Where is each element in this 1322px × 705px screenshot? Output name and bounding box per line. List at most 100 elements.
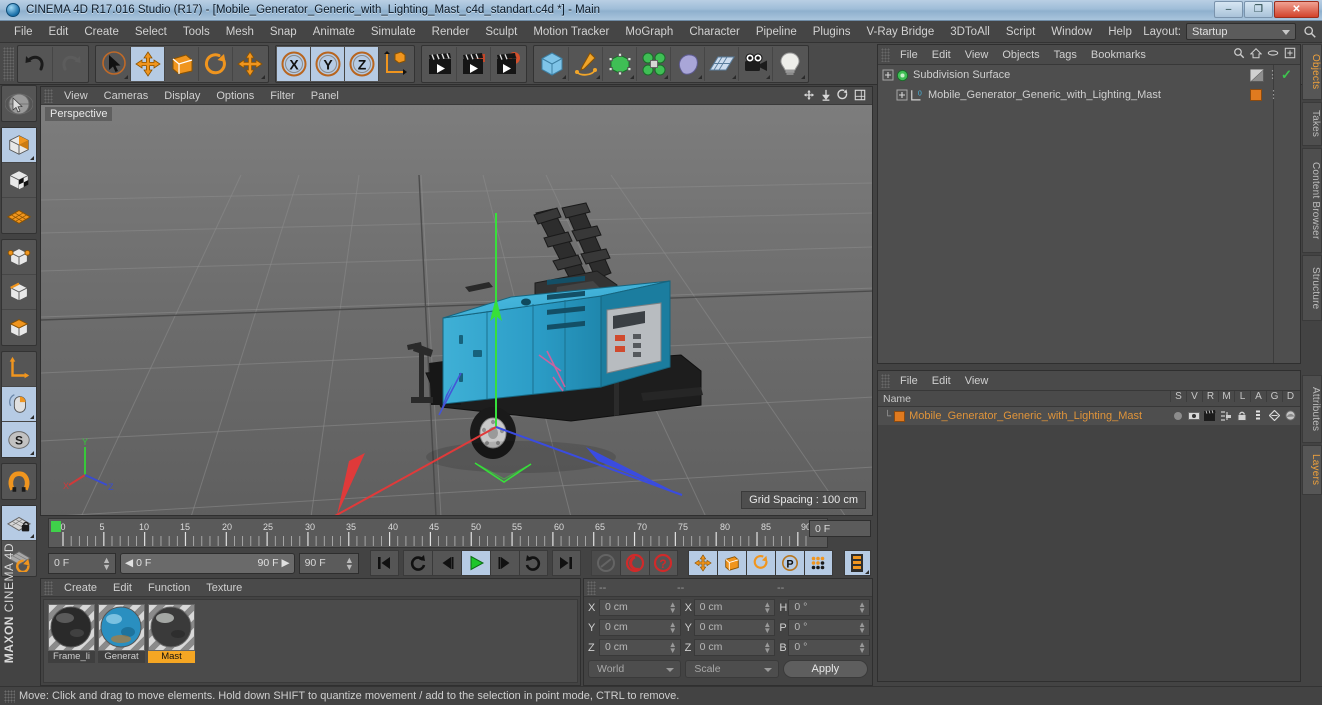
render-settings-button[interactable] — [491, 46, 525, 81]
play-button[interactable] — [460, 550, 490, 576]
material-menu-function[interactable]: Function — [140, 582, 198, 594]
tab-content-browser[interactable]: Content Browser — [1302, 148, 1322, 253]
stepper-icon[interactable]: ▲ ▼ — [669, 621, 677, 635]
material-swatch[interactable]: Generat — [98, 604, 145, 678]
scrub-left-arrow-icon[interactable]: ◀ — [125, 557, 133, 569]
viewport-menu-cameras[interactable]: Cameras — [96, 90, 157, 102]
lock-toggle[interactable] — [1234, 408, 1250, 423]
coordinates-grip[interactable] — [587, 580, 596, 595]
material-menu-texture[interactable]: Texture — [198, 582, 250, 594]
add-environment-button[interactable] — [671, 46, 705, 81]
object-row-subdivision-surface[interactable]: Subdivision Surface ⋮ ✓ — [878, 65, 1300, 85]
menu-tools[interactable]: Tools — [175, 24, 218, 40]
record-active-objects-button[interactable] — [619, 550, 649, 576]
layer-manager-grip[interactable] — [881, 373, 890, 388]
keyframe-selection-button[interactable]: ? — [648, 550, 678, 576]
col-l[interactable]: L — [1234, 391, 1250, 402]
record-scale-toggle[interactable] — [716, 550, 746, 576]
viewport-3d-canvas[interactable]: Perspective Y X Z Grid Spacing: 100 cm — [41, 105, 872, 515]
lock-y-axis[interactable]: Y — [311, 46, 345, 81]
om-menu-edit[interactable]: Edit — [925, 49, 958, 61]
material-menu-edit[interactable]: Edit — [105, 582, 140, 594]
coord-pos-y-field[interactable]: 0 cm ▲ ▼ — [599, 619, 681, 636]
stepper-icon[interactable]: ▲ ▼ — [102, 555, 111, 571]
apply-button[interactable]: Apply — [782, 660, 868, 678]
coord-rot-p-field[interactable]: 0 ° ▲ ▼ — [788, 619, 871, 636]
expand-collapse-icon[interactable] — [882, 69, 894, 81]
world-object-coord-toggle[interactable] — [379, 46, 413, 81]
solo-toggle[interactable] — [1170, 408, 1186, 423]
menu-file[interactable]: File — [6, 24, 41, 40]
material-swatch-list[interactable]: Frame_li Generat Mast — [43, 599, 578, 683]
autokey-toggle[interactable] — [590, 550, 620, 576]
layer-color-swatch[interactable] — [894, 410, 906, 422]
layout-dropdown[interactable]: Startup — [1186, 23, 1296, 40]
step-back-button[interactable] — [431, 550, 461, 576]
move-tool[interactable] — [131, 46, 165, 81]
timeline-current-frame-field[interactable]: 0 F — [809, 520, 871, 537]
menu-sculpt[interactable]: Sculpt — [477, 24, 525, 40]
size-mode-dropdown[interactable]: Scale — [685, 660, 779, 678]
restore-button[interactable]: ❐ — [1244, 1, 1273, 18]
menu-create[interactable]: Create — [76, 24, 127, 40]
go-to-start-button[interactable] — [369, 550, 399, 576]
add-generator-button[interactable] — [603, 46, 637, 81]
lm-menu-edit[interactable]: Edit — [925, 375, 958, 387]
stepper-icon[interactable]: ▲ ▼ — [669, 641, 677, 655]
lock-x-axis[interactable]: X — [277, 46, 311, 81]
col-a[interactable]: A — [1250, 391, 1266, 402]
menu-mesh[interactable]: Mesh — [218, 24, 262, 40]
stepper-icon[interactable]: ▲ ▼ — [858, 601, 866, 615]
object-manager-grip[interactable] — [881, 47, 890, 62]
om-menu-objects[interactable]: Objects — [995, 49, 1046, 61]
stepper-icon[interactable]: ▲ ▼ — [345, 555, 354, 571]
coord-size-z-field[interactable]: 0 cm ▲ ▼ — [693, 639, 776, 656]
add-scene-button[interactable] — [705, 46, 739, 81]
menu-simulate[interactable]: Simulate — [363, 24, 424, 40]
coord-size-x-field[interactable]: 0 cm ▲ ▼ — [693, 599, 776, 616]
coord-size-y-field[interactable]: 0 cm ▲ ▼ — [693, 619, 776, 636]
menu-snap[interactable]: Snap — [262, 24, 305, 40]
tab-takes[interactable]: Takes — [1302, 102, 1322, 146]
menu-script[interactable]: Script — [998, 24, 1043, 40]
menu-render[interactable]: Render — [424, 24, 478, 40]
stepper-icon[interactable]: ▲ ▼ — [669, 601, 677, 615]
manager-toggle[interactable] — [1218, 408, 1234, 423]
snap-magnet-tool[interactable] — [2, 464, 36, 499]
tab-layers[interactable]: Layers — [1302, 445, 1322, 495]
menu-window[interactable]: Window — [1043, 24, 1100, 40]
viewport-menu-display[interactable]: Display — [156, 90, 208, 102]
lock-z-axis[interactable]: Z — [345, 46, 379, 81]
om-collapse-icon[interactable] — [1267, 47, 1279, 59]
polygons-mode-tool[interactable] — [2, 310, 36, 345]
edges-mode-tool[interactable] — [2, 275, 36, 310]
menu-select[interactable]: Select — [127, 24, 175, 40]
stepper-icon[interactable]: ▲ ▼ — [858, 621, 866, 635]
phong-tag-icon[interactable] — [1250, 68, 1264, 82]
step-forward-button[interactable] — [489, 550, 519, 576]
stepper-icon[interactable]: ▲ ▼ — [763, 621, 771, 635]
om-search-icon[interactable] — [1233, 47, 1245, 59]
coord-rot-b-field[interactable]: 0 ° ▲ ▼ — [788, 639, 871, 656]
render-to-picture-viewer-button[interactable] — [457, 46, 491, 81]
menu-3dtoall[interactable]: 3DToAll — [942, 24, 998, 40]
points-mode-tool[interactable] — [2, 240, 36, 275]
material-manager-grip[interactable] — [44, 580, 53, 595]
add-spline-button[interactable] — [569, 46, 603, 81]
render-toggle[interactable] — [1202, 408, 1218, 423]
animation-toggle[interactable] — [1250, 408, 1266, 423]
axis-modify-tool[interactable] — [2, 352, 36, 387]
viewport-menu-filter[interactable]: Filter — [262, 90, 302, 102]
viewport-menu-view[interactable]: View — [56, 90, 96, 102]
make-editable-tool[interactable] — [2, 128, 36, 163]
col-g[interactable]: G — [1266, 391, 1282, 402]
minimize-button[interactable]: – — [1214, 1, 1243, 18]
view-toggle[interactable] — [1186, 408, 1202, 423]
frame-end-field[interactable]: 90 F ▲ ▼ — [298, 552, 359, 574]
material-menu-create[interactable]: Create — [56, 582, 105, 594]
add-camera-button[interactable] — [739, 46, 773, 81]
expand-collapse-icon[interactable] — [896, 89, 908, 101]
generator-toggle[interactable] — [1266, 408, 1282, 423]
stepper-icon[interactable]: ▲ ▼ — [858, 641, 866, 655]
loop-forward-button[interactable] — [518, 550, 548, 576]
